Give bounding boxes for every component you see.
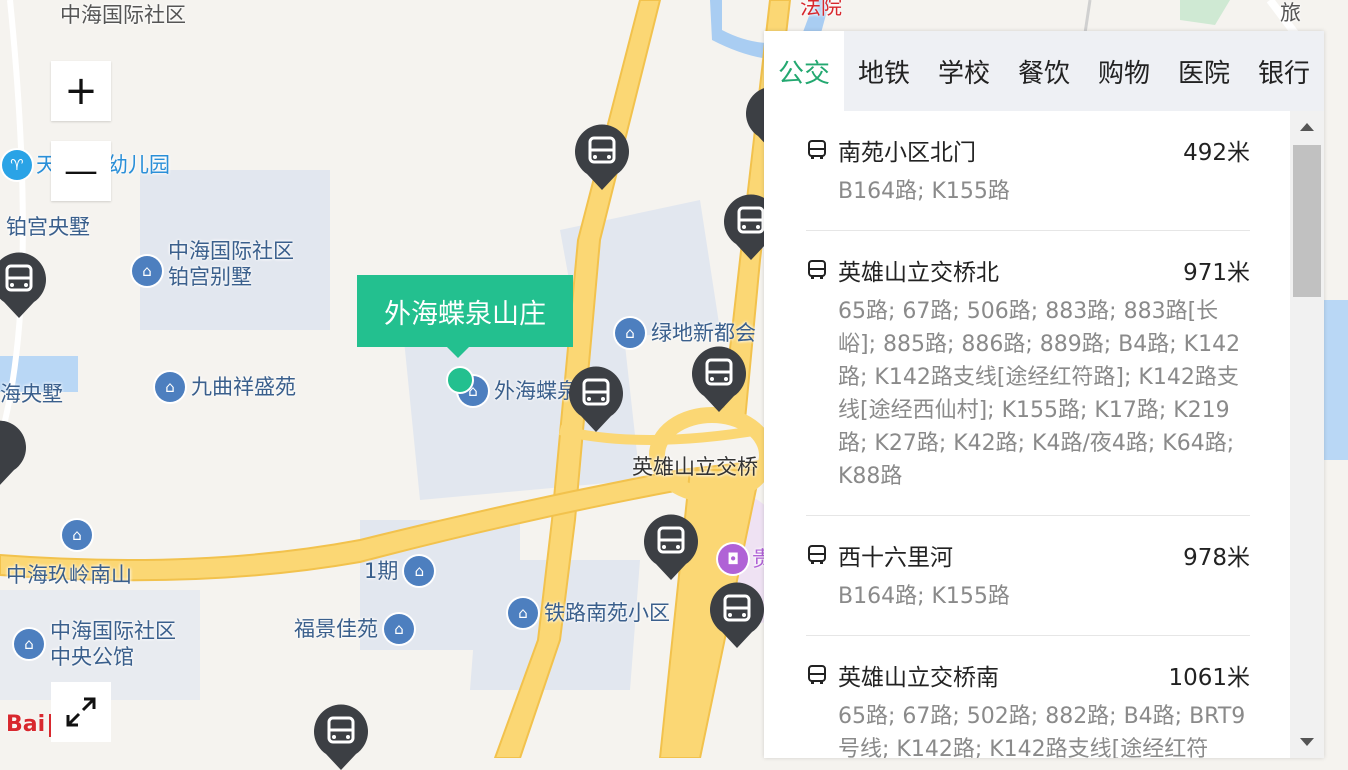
building-icon: ⌂ [62, 520, 92, 550]
shopping-bag-icon: ◘ [718, 544, 748, 574]
tab-dining[interactable]: 餐饮 [1004, 31, 1084, 111]
zhonghai-bogong-poi[interactable]: ⌂ 中海国际社区 铂宫别墅 [132, 239, 294, 290]
zoom-in-button[interactable]: + [51, 61, 111, 121]
stop-name: 英雄山立交桥南 [838, 665, 999, 691]
fullscreen-button[interactable] [51, 682, 111, 742]
stop-distance: 492米 [1183, 140, 1250, 166]
map-label: 英雄山立交桥 [632, 455, 758, 479]
expand-icon [66, 697, 96, 727]
bus-stop-marker[interactable] [0, 252, 48, 318]
stop-routes: B164路; K155路 [838, 584, 1010, 609]
kindergarten-icon: ♈ [2, 150, 32, 180]
building-icon: ⌂ [404, 556, 435, 586]
building-icon: ⌂ [132, 256, 162, 286]
tab-shopping[interactable]: 购物 [1084, 31, 1164, 111]
tab-bus[interactable]: 公交 [764, 31, 844, 111]
building-icon: ⌂ [384, 614, 414, 644]
list-item[interactable]: 西十六里河 978米 B164路; K155路 [806, 516, 1250, 636]
jiuqu-poi[interactable]: ⌂ 九曲祥盛苑 [155, 372, 296, 402]
stop-name: 南苑小区北门 [838, 140, 976, 166]
stop-distance: 1061米 [1168, 665, 1250, 691]
map-label: 铂宫央墅 [6, 215, 90, 239]
selected-place-label[interactable]: 外海蝶泉山庄 [357, 275, 573, 358]
map-label: 旅 [1280, 1, 1301, 25]
map-label: 法院 [800, 0, 842, 19]
phase1-poi[interactable]: 1期 ⌂ [364, 556, 435, 586]
building-icon: ⌂ [155, 372, 185, 402]
stop-name: 西十六里河 [838, 545, 953, 571]
bus-stop-marker[interactable] [312, 704, 370, 770]
category-tabs: 公交 地铁 学校 餐饮 购物 医院 银行 [764, 31, 1324, 111]
bus-stop-marker[interactable] [708, 582, 766, 648]
building-icon: ⌂ [14, 629, 44, 659]
tab-school[interactable]: 学校 [924, 31, 1004, 111]
fujing-poi[interactable]: 福景佳苑 ⌂ [294, 614, 414, 644]
tielu-poi[interactable]: ⌂ 铁路南苑小区 [508, 598, 670, 628]
map-label: 中海玖岭南山 [6, 563, 132, 587]
stop-name: 英雄山立交桥北 [838, 260, 999, 286]
lvdi-poi[interactable]: ⌂ 绿地新都会 [615, 318, 756, 348]
list-item[interactable]: 英雄山立交桥北 971米 65路; 67路; 506路; 883路; 883路[… [806, 231, 1250, 516]
stop-routes: 65路; 67路; 502路; 882路; B4路; BRT9号线; K142路… [838, 704, 1246, 758]
bus-stop-marker[interactable] [573, 124, 631, 190]
list-item[interactable]: 南苑小区北门 492米 B164路; K155路 [806, 111, 1250, 231]
tab-subway[interactable]: 地铁 [844, 31, 924, 111]
building-icon: ⌂ [508, 598, 538, 628]
stop-routes: 65路; 67路; 506路; 883路; 883路[长峪]; 885路; 88… [838, 299, 1241, 489]
scrollbar-thumb[interactable] [1293, 145, 1321, 297]
stop-routes: B164路; K155路 [838, 179, 1010, 204]
bus-icon [808, 665, 826, 684]
bus-stop-marker[interactable] [0, 420, 28, 486]
tab-hospital[interactable]: 医院 [1164, 31, 1244, 111]
bus-stop-list: 南苑小区北门 492米 B164路; K155路 英雄山立交桥北 971米 65… [764, 111, 1290, 758]
nearby-panel: 公交 地铁 学校 餐饮 购物 医院 银行 南苑小区北门 492米 B164路; … [764, 31, 1324, 758]
bus-stop-marker[interactable] [642, 514, 700, 580]
scroll-up-icon[interactable] [1300, 123, 1314, 131]
bus-icon [808, 260, 826, 279]
bus-icon [808, 140, 826, 159]
stop-distance: 978米 [1183, 545, 1250, 571]
tab-bank[interactable]: 银行 [1244, 31, 1324, 111]
bus-icon [808, 545, 826, 564]
scroll-down-icon[interactable] [1300, 738, 1314, 746]
map-label: 海央墅 [0, 382, 63, 406]
selected-place-marker[interactable] [446, 366, 474, 394]
bus-stop-marker[interactable] [690, 346, 748, 412]
list-item[interactable]: 英雄山立交桥南 1061米 65路; 67路; 502路; 882路; B4路;… [806, 636, 1250, 758]
building-icon: ⌂ [615, 318, 645, 348]
list-scrollbar[interactable] [1290, 111, 1324, 758]
building-poi[interactable]: ⌂ [62, 520, 92, 550]
zhongyang-poi[interactable]: ⌂ 中海国际社区 中央公馆 [14, 618, 176, 670]
zoom-out-button[interactable]: — [51, 141, 111, 201]
map-label: 中海国际社区 [60, 3, 186, 27]
stop-distance: 971米 [1183, 260, 1250, 286]
bus-stop-marker[interactable] [567, 366, 625, 432]
